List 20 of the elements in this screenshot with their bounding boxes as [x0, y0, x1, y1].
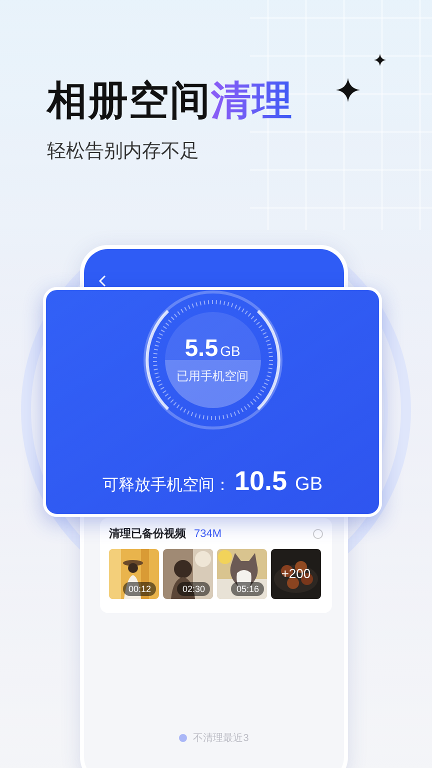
free-value: 10.5: [234, 465, 288, 498]
sparkle-icon: [336, 78, 360, 102]
duration-label: 02:30: [177, 582, 210, 596]
select-radio[interactable]: [313, 529, 323, 540]
option-radio[interactable]: [179, 734, 188, 742]
headline: 相册空间: [47, 78, 211, 125]
duration-label: 00:12: [123, 582, 156, 596]
group-size: 734M: [194, 527, 222, 542]
sparkle-icon: [374, 54, 386, 66]
subtitle: 轻松告别内存不足: [47, 140, 200, 164]
group-title: 清理已备份视频: [109, 526, 186, 542]
free-unit: GB: [295, 473, 322, 497]
used-unit: GB: [220, 342, 240, 361]
used-value: 5.5: [184, 335, 218, 363]
back-icon[interactable]: [98, 275, 106, 287]
used-label: 已用手机空间: [176, 368, 248, 385]
duration-label: 05:16: [231, 582, 264, 596]
free-label: 可释放手机空间：: [102, 476, 230, 496]
more-count: +200: [271, 548, 321, 598]
option-label: 不清理最近3: [193, 732, 249, 746]
